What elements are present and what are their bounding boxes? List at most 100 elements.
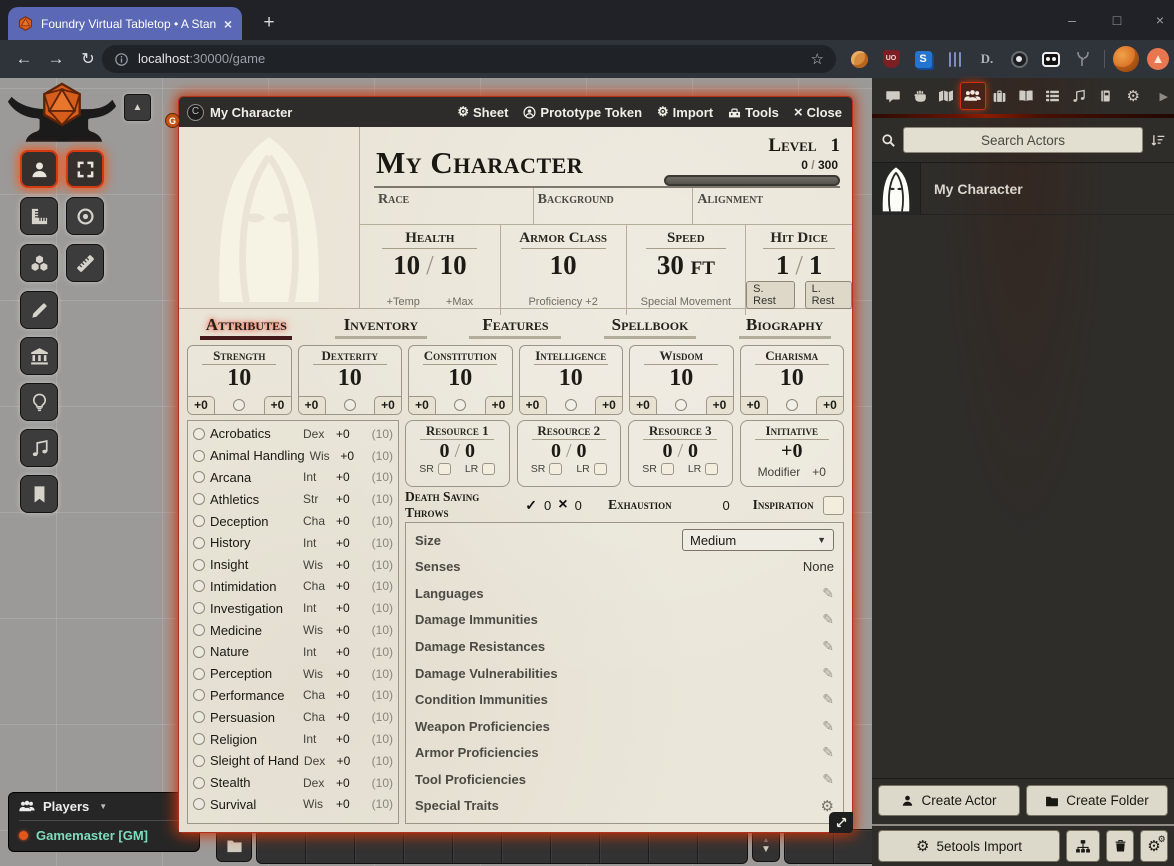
sidebar-tab-items[interactable] — [986, 82, 1013, 110]
ability-box[interactable]: Intelligence 10 +0 +0 — [519, 345, 624, 415]
sheet-tab[interactable]: Attributes — [179, 315, 314, 340]
resource-box[interactable]: Resource 3 0/0 SR LR — [628, 420, 733, 487]
skill-proficiency-radio[interactable] — [193, 733, 205, 745]
character-portrait[interactable] — [179, 127, 360, 308]
hit-dice-value[interactable]: 1/1 — [776, 251, 823, 281]
lr-checkbox[interactable] — [482, 463, 495, 475]
notes-controls-button[interactable] — [20, 475, 58, 513]
ability-value[interactable]: 10 — [188, 365, 291, 391]
sheet-titlebar[interactable]: C G My Character ⚙ Sheet Prototype Token — [179, 97, 852, 127]
detail-input[interactable] — [378, 209, 517, 224]
resource-value[interactable]: 0/0 — [518, 441, 621, 461]
lr-checkbox[interactable] — [594, 463, 607, 475]
macro-slot[interactable] — [453, 830, 502, 863]
ability-value[interactable]: 10 — [630, 365, 733, 391]
prototype-token-button[interactable]: Prototype Token — [523, 105, 642, 120]
short-rest-button[interactable]: S. Rest — [746, 281, 795, 309]
skill-row[interactable]: Medicine Wis +0 (10) — [193, 619, 393, 641]
skill-name[interactable]: Deception — [210, 514, 298, 529]
page-up-icon[interactable]: ▲ — [763, 837, 770, 844]
edit-icon[interactable]: ✎ — [822, 638, 834, 655]
macro-slot[interactable] — [404, 830, 453, 863]
sr-checkbox[interactable] — [438, 463, 451, 475]
macro-slot[interactable] — [502, 830, 551, 863]
skill-proficiency-radio[interactable] — [193, 755, 205, 767]
detail-input[interactable] — [538, 209, 677, 224]
resource-box[interactable]: Resource 1 0/0 SR LR — [405, 420, 510, 487]
edit-icon[interactable]: ✎ — [822, 691, 834, 708]
skill-name[interactable]: Acrobatics — [210, 426, 298, 441]
profile-avatar[interactable] — [1111, 44, 1141, 74]
skill-row[interactable]: Performance Cha +0 (10) — [193, 685, 393, 707]
inspiration-checkbox[interactable] — [823, 496, 844, 515]
skill-row[interactable]: Animal Handling Wis +0 (10) — [193, 445, 393, 467]
ability-mod[interactable]: +0 — [485, 396, 512, 414]
ability-mod[interactable]: +0 — [595, 396, 622, 414]
delete-button[interactable] — [1106, 830, 1134, 862]
ability-box[interactable]: Dexterity 10 +0 +0 — [298, 345, 403, 415]
skill-row[interactable]: Stealth Dex +0 (10) — [193, 772, 393, 794]
long-rest-button[interactable]: L. Rest — [805, 281, 852, 309]
skill-proficiency-radio[interactable] — [193, 602, 205, 614]
ability-value[interactable]: 10 — [741, 365, 844, 391]
target-tool-button[interactable] — [66, 197, 104, 235]
hotbar-page-control[interactable]: ▲ ▼ — [752, 829, 780, 862]
measure-controls-button[interactable] — [20, 197, 58, 235]
ruler-tool-button[interactable] — [66, 244, 104, 282]
skill-name[interactable]: History — [210, 535, 298, 550]
macro-slot[interactable] — [551, 830, 600, 863]
ability-box[interactable]: Constitution 10 +0 +0 — [408, 345, 513, 415]
death-success-value[interactable]: 0 — [544, 498, 551, 513]
skill-row[interactable]: Survival Wis +0 (10) — [193, 794, 393, 816]
ability-mod[interactable]: +0 — [816, 396, 843, 414]
tiles-controls-button[interactable] — [20, 244, 58, 282]
extension-d-icon[interactable]: D. — [972, 44, 1002, 74]
skill-row[interactable]: Arcana Int +0 (10) — [193, 467, 393, 489]
proficiency-radio[interactable] — [675, 399, 687, 411]
controls-collapse-button[interactable]: ▲ — [124, 94, 151, 121]
macro-slot[interactable] — [355, 830, 404, 863]
ability-save[interactable]: +0 — [741, 396, 768, 414]
sidebar-tab-combat[interactable] — [907, 82, 934, 110]
ability-value[interactable]: 10 — [409, 365, 512, 391]
character-name[interactable]: My Character — [376, 135, 650, 186]
foundry-logo[interactable] — [6, 82, 118, 157]
window-resize-handle[interactable] — [829, 812, 853, 833]
edit-icon[interactable]: ✎ — [822, 585, 834, 602]
lr-checkbox[interactable] — [705, 463, 718, 475]
skill-row[interactable]: Investigation Int +0 (10) — [193, 597, 393, 619]
extension-stylus-icon[interactable]: S — [908, 44, 938, 74]
sheet-tab[interactable]: Features — [448, 315, 583, 339]
extension-fork-icon[interactable] — [1068, 44, 1098, 74]
proficiency-radio[interactable] — [233, 399, 245, 411]
actor-avatar[interactable] — [872, 163, 921, 215]
skill-row[interactable]: Religion Int +0 (10) — [193, 728, 393, 750]
walls-controls-button[interactable] — [20, 337, 58, 375]
skill-row[interactable]: Intimidation Cha +0 (10) — [193, 576, 393, 598]
skill-proficiency-radio[interactable] — [193, 493, 205, 505]
ability-save[interactable]: +0 — [188, 396, 215, 414]
players-header[interactable]: Players ▼ — [19, 799, 189, 821]
sheet-tab[interactable]: Spellbook — [583, 315, 718, 339]
skill-name[interactable]: Arcana — [210, 470, 298, 485]
back-button[interactable]: ← — [8, 49, 40, 69]
sr-checkbox[interactable] — [661, 463, 674, 475]
macro-slot[interactable] — [698, 830, 747, 863]
initiative-mod-value[interactable]: +0 — [812, 465, 826, 479]
temp-hp-label[interactable]: +Temp — [387, 296, 420, 308]
edit-icon[interactable]: ✎ — [822, 744, 834, 761]
hp-value[interactable]: 10/10 — [393, 251, 467, 281]
sheet-tab[interactable]: Inventory — [314, 315, 449, 339]
skill-proficiency-radio[interactable] — [193, 537, 205, 549]
ac-value[interactable]: 10 — [550, 251, 577, 281]
extension-cookie-icon[interactable] — [844, 44, 874, 74]
resource-label[interactable]: Resource 2 — [518, 423, 621, 439]
detail-input[interactable] — [697, 209, 836, 224]
edit-icon[interactable]: ✎ — [822, 718, 834, 735]
token-controls-button[interactable] — [20, 150, 58, 188]
proficiency-radio[interactable] — [786, 399, 798, 411]
macro-slot[interactable] — [785, 830, 834, 863]
skill-name[interactable]: Insight — [210, 557, 298, 572]
lighting-controls-button[interactable] — [20, 383, 58, 421]
browser-tab[interactable]: Foundry Virtual Tabletop • A Stan × — [8, 7, 242, 40]
